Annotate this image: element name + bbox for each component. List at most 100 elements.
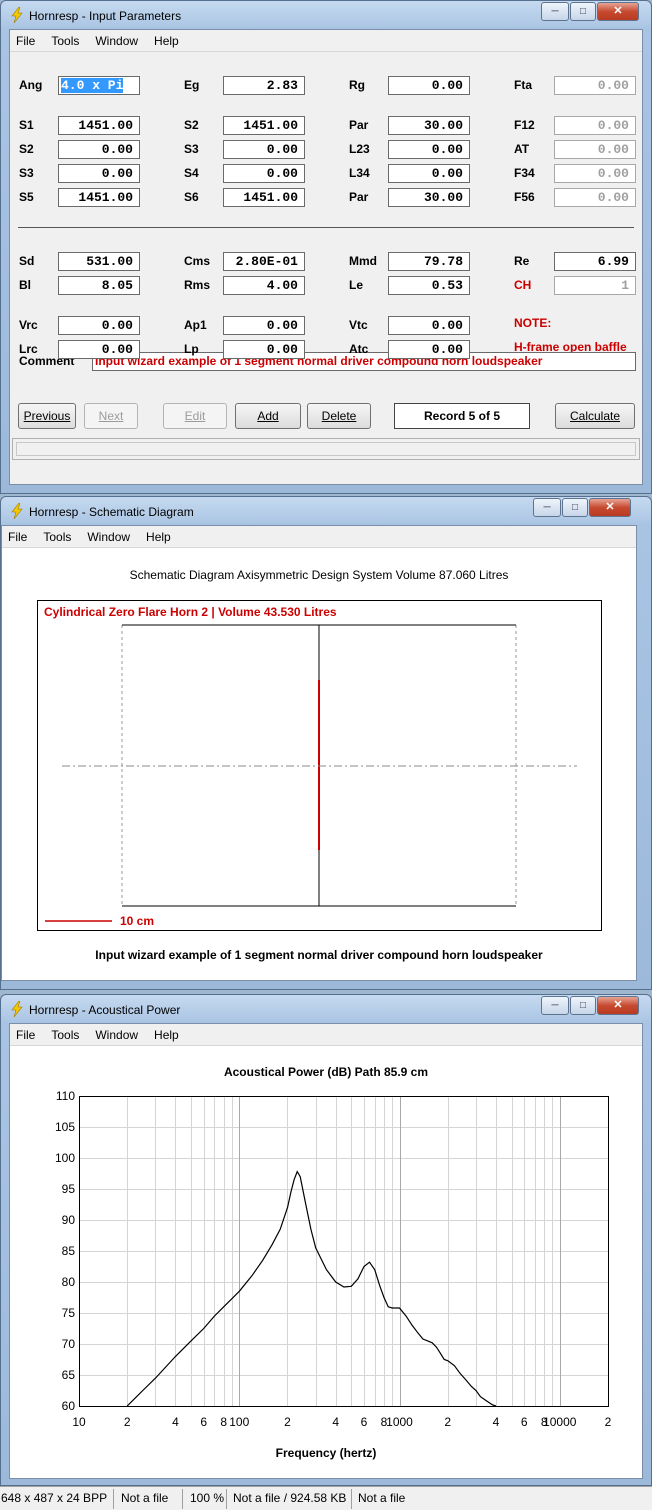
- field-sd[interactable]: 531.00: [58, 252, 140, 271]
- menu-tools[interactable]: Tools: [51, 34, 79, 48]
- menu-file[interactable]: File: [16, 34, 35, 48]
- y-tick-label: 105: [55, 1120, 75, 1134]
- field-l23[interactable]: 0.00: [388, 140, 470, 159]
- input-parameters-titlebar[interactable]: Hornresp - Input Parameters ─ □ ✕: [1, 1, 651, 29]
- field-vrc[interactable]: 0.00: [58, 316, 140, 335]
- field-f12[interactable]: 0.00: [554, 116, 636, 135]
- field-par[interactable]: 30.00: [388, 116, 470, 135]
- x-tick-label: 10: [72, 1415, 86, 1429]
- field-mmd[interactable]: 79.78: [388, 252, 470, 271]
- maximize-button[interactable]: □: [562, 498, 588, 517]
- label-s3: S3: [184, 142, 199, 156]
- menu-file[interactable]: File: [8, 530, 27, 544]
- field-re[interactable]: 6.99: [554, 252, 636, 271]
- label-ch: CH: [514, 278, 532, 292]
- field-lp[interactable]: 0.00: [223, 340, 305, 359]
- label-sd: Sd: [19, 254, 35, 268]
- calculate-button[interactable]: Calculate: [555, 403, 635, 429]
- field-atc[interactable]: 0.00: [388, 340, 470, 359]
- field-bl[interactable]: 8.05: [58, 276, 140, 295]
- label-vtc: Vtc: [349, 318, 368, 332]
- field-vtc[interactable]: 0.00: [388, 316, 470, 335]
- x-tick-label: 2: [605, 1415, 612, 1429]
- scale-label: 10 cm: [120, 914, 154, 928]
- menu-bar: File Tools Window Help: [2, 526, 636, 548]
- add-button[interactable]: Add: [235, 403, 301, 429]
- field-s6[interactable]: 1451.00: [223, 188, 305, 207]
- schematic-client: File Tools Window Help Schematic Diagram…: [1, 525, 637, 981]
- x-tick-label: 10000: [543, 1415, 577, 1429]
- label-at: AT: [514, 142, 530, 156]
- field-l34[interactable]: 0.00: [388, 164, 470, 183]
- field-s1[interactable]: 1451.00: [58, 116, 140, 135]
- close-button[interactable]: ✕: [589, 498, 631, 517]
- menu-help[interactable]: Help: [154, 34, 179, 48]
- close-button[interactable]: ✕: [597, 2, 639, 21]
- x-tick-label: 6: [361, 1415, 368, 1429]
- menu-help[interactable]: Help: [146, 530, 171, 544]
- menu-help[interactable]: Help: [154, 1028, 179, 1042]
- field-fta[interactable]: 0.00: [554, 76, 636, 95]
- field-rg[interactable]: 0.00: [388, 76, 470, 95]
- parameters-form: NOTE: H-frame open baffle Comment Input …: [10, 52, 642, 484]
- label-lp: Lp: [184, 342, 199, 356]
- field-at[interactable]: 0.00: [554, 140, 636, 159]
- y-tick-label: 95: [62, 1182, 76, 1196]
- field-s3[interactable]: 0.00: [58, 164, 140, 183]
- menu-window[interactable]: Window: [87, 530, 130, 544]
- field-le[interactable]: 0.53: [388, 276, 470, 295]
- field-f56[interactable]: 0.00: [554, 188, 636, 207]
- lightning-icon: [9, 1000, 25, 1020]
- field-f34[interactable]: 0.00: [554, 164, 636, 183]
- field-s2[interactable]: 1451.00: [223, 116, 305, 135]
- schematic-titlebar[interactable]: Hornresp - Schematic Diagram ─ □ ✕: [1, 497, 651, 525]
- y-tick-label: 85: [62, 1244, 76, 1258]
- label-rg: Rg: [349, 78, 365, 92]
- menu-file[interactable]: File: [16, 1028, 35, 1042]
- label-re: Re: [514, 254, 530, 268]
- field-ap1[interactable]: 0.00: [223, 316, 305, 335]
- menu-tools[interactable]: Tools: [43, 530, 71, 544]
- field-lrc[interactable]: 0.00: [58, 340, 140, 359]
- field-ang[interactable]: 4.0 x Pi: [58, 76, 140, 95]
- acoustical-titlebar[interactable]: Hornresp - Acoustical Power ─ □ ✕: [1, 995, 651, 1023]
- minimize-button[interactable]: ─: [541, 996, 569, 1015]
- label-le: Le: [349, 278, 364, 292]
- previous-button[interactable]: Previous: [18, 403, 76, 429]
- menu-tools[interactable]: Tools: [51, 1028, 79, 1042]
- zoom-level: 100 %: [190, 1491, 225, 1505]
- maximize-button[interactable]: □: [570, 996, 596, 1015]
- label-bl: Bl: [19, 278, 31, 292]
- lightning-icon: [9, 502, 25, 522]
- y-tick-label: 60: [62, 1399, 76, 1413]
- label-rms: Rms: [184, 278, 211, 292]
- label-s2: S2: [19, 142, 34, 156]
- x-tick-label: 6: [521, 1415, 528, 1429]
- x-tick-label: 2: [124, 1415, 131, 1429]
- field-ch[interactable]: 1: [554, 276, 636, 295]
- field-par[interactable]: 30.00: [388, 188, 470, 207]
- lightning-icon: [9, 6, 25, 26]
- minimize-button[interactable]: ─: [541, 2, 569, 21]
- field-s5[interactable]: 1451.00: [58, 188, 140, 207]
- close-button[interactable]: ✕: [597, 996, 639, 1015]
- label-par: Par: [349, 118, 369, 132]
- field-s2[interactable]: 0.00: [58, 140, 140, 159]
- menu-window[interactable]: Window: [95, 34, 138, 48]
- maximize-button[interactable]: □: [570, 2, 596, 21]
- delete-button[interactable]: Delete: [307, 403, 371, 429]
- menu-bar: File Tools Window Help: [10, 1024, 642, 1046]
- label-s3: S3: [19, 166, 34, 180]
- minimize-button[interactable]: ─: [533, 498, 561, 517]
- label-mmd: Mmd: [349, 254, 377, 268]
- field-rms[interactable]: 4.00: [223, 276, 305, 295]
- field-s4[interactable]: 0.00: [223, 164, 305, 183]
- series-line-acoustical-power: [126, 1170, 497, 1407]
- field-s3[interactable]: 0.00: [223, 140, 305, 159]
- menu-window[interactable]: Window: [95, 1028, 138, 1042]
- schematic-caption: Input wizard example of 1 segment normal…: [95, 948, 543, 962]
- field-cms[interactable]: 2.80E-01: [223, 252, 305, 271]
- x-tick-label: 2: [444, 1415, 451, 1429]
- input-parameters-client: File Tools Window Help NOTE: H-frame ope…: [9, 29, 643, 485]
- field-eg[interactable]: 2.83: [223, 76, 305, 95]
